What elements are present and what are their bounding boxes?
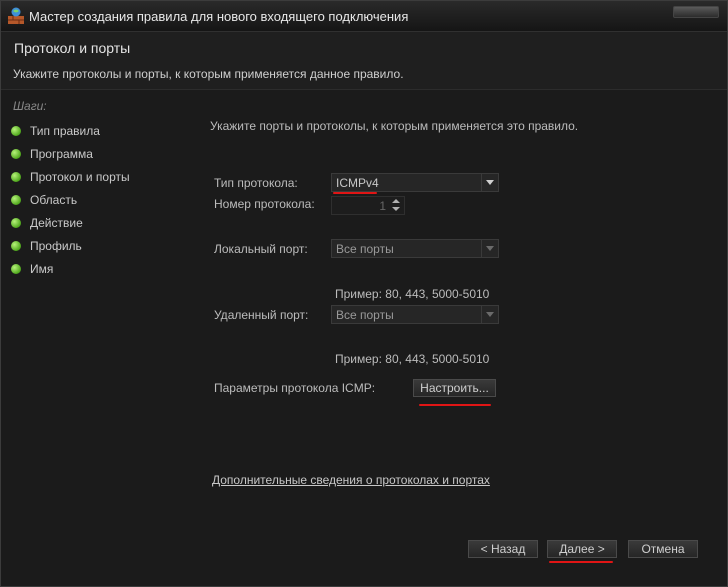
step-label: Протокол и порты xyxy=(30,170,130,184)
form-intro: Укажите порты и протоколы, к которым при… xyxy=(210,119,579,133)
step-status-icon xyxy=(11,126,21,136)
local-port-example: Пример: 80, 443, 5000-5010 xyxy=(335,287,490,301)
protocols-ports-help-link[interactable]: Дополнительные сведения о протоколах и п… xyxy=(212,473,490,487)
step-rule-type[interactable]: Тип правила xyxy=(11,123,100,139)
step-status-icon xyxy=(11,149,21,159)
chevron-down-icon[interactable] xyxy=(481,174,498,191)
protocol-number-stepper[interactable]: 1 xyxy=(331,196,405,215)
protocol-type-label: Тип протокола: xyxy=(214,176,298,190)
cancel-button[interactable]: Отмена xyxy=(628,540,698,558)
chevron-down-icon[interactable] xyxy=(481,240,498,257)
protocol-type-value: ICMPv4 xyxy=(336,176,379,190)
step-status-icon xyxy=(11,218,21,228)
remote-port-value: Все порты xyxy=(336,308,394,322)
icmp-customize-button[interactable]: Настроить... xyxy=(413,379,496,397)
steps-heading: Шаги: xyxy=(13,99,47,113)
step-status-icon xyxy=(11,264,21,274)
title-bar: Мастер создания правила для нового входя… xyxy=(1,1,727,32)
spin-arrows-icon[interactable] xyxy=(390,198,402,214)
wizard-window: Мастер создания правила для нового входя… xyxy=(0,0,728,587)
remote-port-example: Пример: 80, 443, 5000-5010 xyxy=(335,352,490,366)
step-protocol-ports[interactable]: Протокол и порты xyxy=(11,169,130,185)
remote-port-select[interactable]: Все порты xyxy=(331,305,499,324)
icmp-settings-label: Параметры протокола ICMP: xyxy=(214,381,376,395)
protocol-type-select[interactable]: ICMPv4 xyxy=(331,173,499,192)
window-title: Мастер создания правила для нового входя… xyxy=(29,9,409,24)
step-scope[interactable]: Область xyxy=(11,192,77,208)
highlight-underline xyxy=(419,404,491,406)
step-label: Тип правила xyxy=(30,124,100,138)
local-port-label: Локальный порт: xyxy=(214,242,308,256)
step-name[interactable]: Имя xyxy=(11,261,53,277)
next-button[interactable]: Далее > xyxy=(547,540,617,558)
local-port-select[interactable]: Все порты xyxy=(331,239,499,258)
step-label: Имя xyxy=(30,262,54,276)
step-label: Программа xyxy=(30,147,93,161)
step-action[interactable]: Действие xyxy=(11,215,83,231)
protocol-number-label: Номер протокола: xyxy=(214,197,315,211)
page-title: Протокол и порты xyxy=(14,40,131,56)
step-label: Область xyxy=(30,193,78,207)
highlight-underline xyxy=(333,192,377,194)
wizard-header: Протокол и порты Укажите протоколы и пор… xyxy=(1,32,727,90)
step-status-icon xyxy=(11,241,21,251)
step-program[interactable]: Программа xyxy=(11,146,93,162)
step-label: Профиль xyxy=(30,239,82,253)
step-label: Действие xyxy=(30,216,83,230)
step-profile[interactable]: Профиль xyxy=(11,238,82,254)
close-button[interactable] xyxy=(673,6,719,18)
remote-port-label: Удаленный порт: xyxy=(214,308,309,322)
step-status-icon xyxy=(11,195,21,205)
local-port-value: Все порты xyxy=(336,242,394,256)
page-subtitle: Укажите протоколы и порты, к которым при… xyxy=(13,67,404,81)
firewall-app-icon xyxy=(8,7,24,24)
back-button[interactable]: < Назад xyxy=(468,540,538,558)
chevron-down-icon[interactable] xyxy=(481,306,498,323)
highlight-underline xyxy=(549,561,613,563)
protocol-number-value: 1 xyxy=(379,199,386,213)
step-status-icon xyxy=(11,172,21,182)
